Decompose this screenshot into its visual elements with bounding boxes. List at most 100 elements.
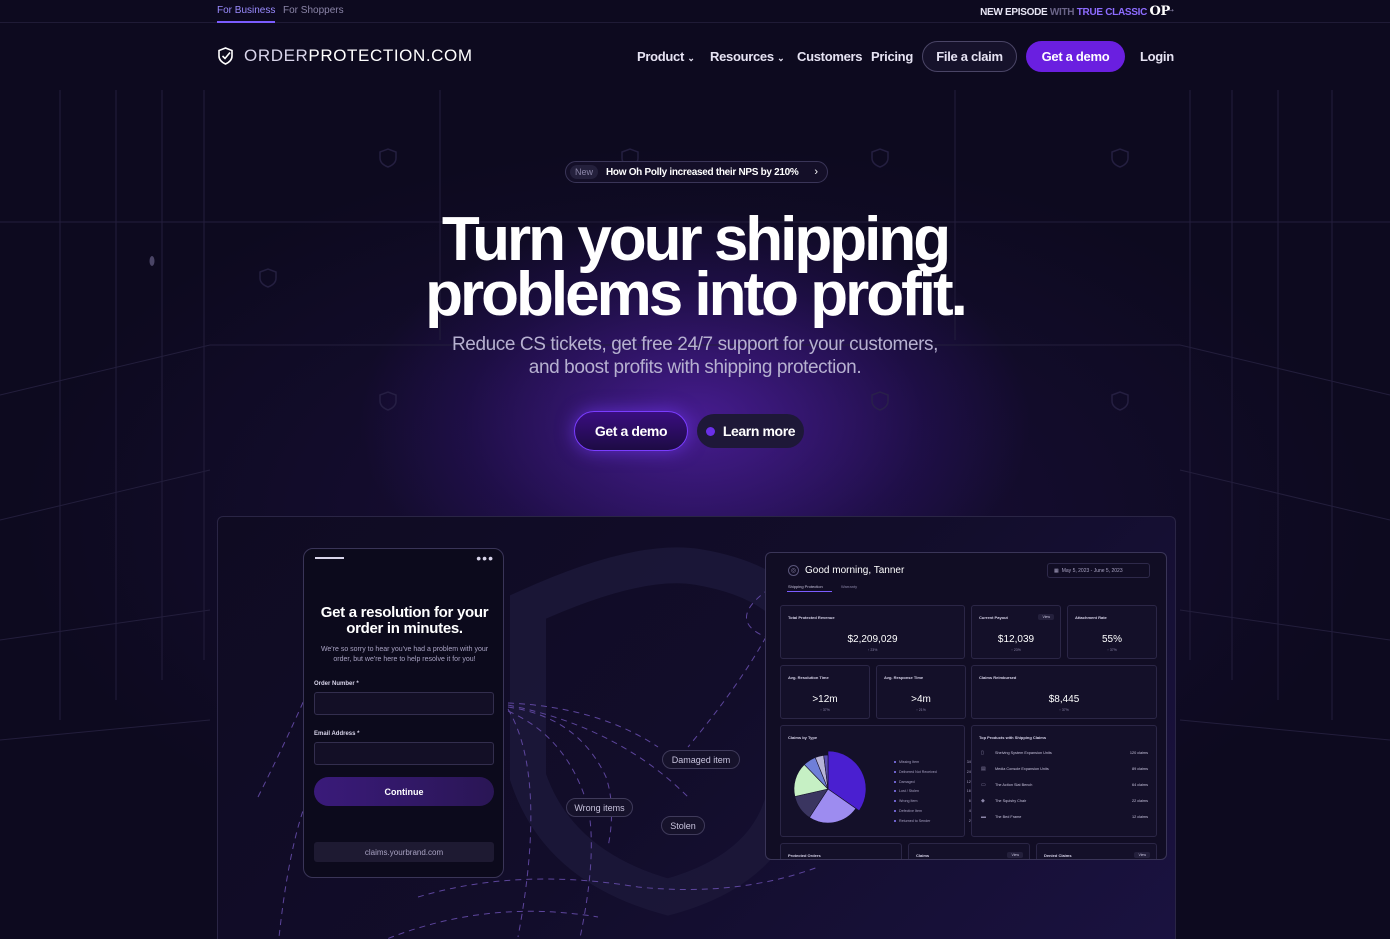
- brand-logo[interactable]: ORDERPROTECTION.COM: [217, 46, 473, 66]
- shield-check-icon: [218, 47, 233, 65]
- chip-damaged-item: Damaged item: [662, 750, 740, 769]
- nav-pricing[interactable]: Pricing: [871, 49, 913, 64]
- chevron-down-icon: ⌄: [687, 53, 695, 63]
- claims-pie-chart: [793, 750, 867, 824]
- legend-item: Delivered Not Received24%: [894, 770, 974, 774]
- product-row: ▯ Shelving System Expansion Units 120 clai…: [981, 750, 1148, 756]
- chevron-right-icon: ›: [814, 166, 818, 178]
- product-row: ▬ The Bed Frame 12 claims: [981, 814, 1148, 820]
- metric-value: $2,209,029: [847, 634, 898, 645]
- metric-card-claims-reimbursed: Claims Reimbursed $8,445 ↑ 37%: [971, 665, 1157, 719]
- product-thumbnail-icon: ▬: [981, 814, 986, 820]
- file-claim-button[interactable]: File a claim: [922, 41, 1017, 72]
- metric-label: Current Payout: [979, 615, 1008, 620]
- legend-dot-icon: [894, 780, 896, 783]
- metric-card-attachment-rate: Attachment Rate 55% ↑ 37%: [1067, 605, 1157, 659]
- metric-value: >12m: [812, 694, 838, 705]
- legend-dot-icon: [894, 810, 896, 812]
- continue-button[interactable]: Continue: [314, 777, 494, 806]
- nav-product[interactable]: Product ⌄: [637, 49, 695, 64]
- top-products-card: Top Products with Shipping Claims ▯ Shelv…: [971, 725, 1157, 837]
- card-label: Protected Orders: [788, 853, 821, 858]
- metric-change: ↑ 23%: [867, 648, 878, 652]
- claims-url: claims.yourbrand.com: [314, 842, 494, 862]
- metric-card-protected-revenue: Total Protected Revenue $2,209,029 ↑ 23%: [780, 605, 965, 659]
- get-demo-nav-button[interactable]: Get a demo: [1026, 41, 1125, 72]
- denied-claims-card: Denied Claims View: [1036, 843, 1157, 859]
- learn-more-button[interactable]: Learn more: [697, 414, 804, 448]
- claim-form-mockup: ••• Get a resolution for your order in m…: [303, 548, 504, 878]
- metric-value: >4m: [911, 694, 931, 705]
- dot-icon: [705, 426, 715, 436]
- order-number-label: Order Number *: [314, 681, 359, 687]
- legend-dot-icon: [894, 800, 896, 803]
- login-link[interactable]: Login: [1140, 49, 1174, 64]
- metric-label: Attachment Rate: [1075, 615, 1107, 620]
- chip-stolen: Stolen: [661, 816, 705, 835]
- calendar-icon: ▦: [1054, 567, 1059, 574]
- legend-item: Wrong Item6%: [894, 799, 974, 803]
- episode-with: WITH: [1049, 7, 1075, 18]
- dashboard-greeting: Good morning, Tanner: [805, 565, 905, 576]
- product-thumbnail-icon: ▭: [981, 782, 986, 788]
- view-button[interactable]: View: [1038, 614, 1054, 620]
- tab-shipping-protection[interactable]: Shipping Protection: [788, 584, 823, 589]
- product-row: ▤ Media Console Expansion Units 89 claims: [981, 766, 1148, 772]
- dashboard-mockup: ◎ Good morning, Tanner ▦ May 5, 2023 - Ju…: [765, 552, 1167, 860]
- card-label: Claims: [916, 853, 930, 858]
- metric-card-current-payout: Current Payout View $12,039 ↑ 23%: [971, 605, 1061, 659]
- get-demo-hero-button[interactable]: Get a demo: [574, 411, 688, 451]
- card-label: Denied Claims: [1044, 853, 1072, 858]
- metric-label: Total Protected Revenue: [788, 615, 835, 620]
- episode-label: NEW EPISODE: [980, 7, 1048, 18]
- brand-name: ORDERPROTECTION.COM: [244, 46, 473, 65]
- for-business-link[interactable]: For Business: [217, 5, 275, 16]
- legend-dot-icon: [894, 819, 896, 822]
- for-shoppers-link[interactable]: For Shoppers: [283, 5, 344, 16]
- metric-value: $8,445: [1048, 694, 1080, 705]
- metric-change: ↑ 37%: [1107, 648, 1117, 652]
- legend-item: Missing Item34%: [894, 760, 974, 764]
- nav-customers[interactable]: Customers: [797, 49, 863, 64]
- episode-guest: TRUE CLASSIC: [1076, 7, 1148, 18]
- order-number-input[interactable]: [314, 692, 494, 715]
- claim-form-title: Get a resolution for your order in minut…: [320, 604, 489, 637]
- claim-form-description: We're so sorry to hear you've had a prob…: [320, 646, 489, 663]
- audience-bar: For Business For Shoppers NEW EPISODE WI…: [0, 0, 1390, 23]
- legend-dot-icon: [894, 761, 896, 763]
- episode-banner[interactable]: NEW EPISODE WITH TRUE CLASSIC OP: [980, 4, 1170, 19]
- product-thumbnail-icon: ◆: [981, 798, 985, 804]
- metric-card-response-time: Avg. Response Time >4m ↑ 21%: [876, 665, 966, 719]
- chevron-down-icon: ⌄: [777, 53, 785, 63]
- hero-headline: Turn your shipping problems into profit.: [425, 205, 968, 329]
- metric-change: ↑ 37%: [1059, 708, 1069, 712]
- claims-card: Claims View: [908, 843, 1030, 859]
- active-audience-indicator: [217, 21, 275, 23]
- announcement-tag: New: [570, 165, 599, 179]
- product-row: ◆ The Squishy Chair 22 claims: [981, 798, 1148, 804]
- announcement-pill[interactable]: New How Oh Polly increased their NPS by …: [565, 161, 828, 183]
- metric-value: $12,039: [997, 634, 1035, 645]
- email-address-input[interactable]: [314, 742, 494, 765]
- legend-item: Lost / Stolen16%: [894, 789, 974, 793]
- product-thumbnail-icon: ▤: [981, 766, 986, 772]
- view-button[interactable]: View: [1134, 852, 1150, 858]
- view-button[interactable]: View: [1007, 852, 1023, 858]
- product-thumbnail-icon: ▯: [981, 750, 984, 756]
- legend-item: Returned to Sender2%: [894, 819, 974, 823]
- metric-label: Avg. Response Time: [884, 675, 924, 680]
- product-row: ▭ The Action Slat Bench 64 claims: [981, 782, 1148, 788]
- legend-item: Defective Item4%: [894, 809, 974, 813]
- phone-status-bar: [315, 557, 344, 559]
- announcement-text: How Oh Polly increased their NPS by 210%: [606, 166, 799, 178]
- more-dots-icon: •••: [476, 550, 494, 566]
- date-range-picker[interactable]: ▦ May 5, 2023 - June 5, 2023: [1047, 563, 1150, 578]
- tab-warranty[interactable]: Warranty: [841, 584, 857, 589]
- arrow-right-icon[interactable]: →: [1165, 3, 1176, 15]
- nav-resources[interactable]: Resources ⌄: [710, 49, 785, 64]
- hero-subtitle: Reduce CS tickets, get free 24/7 support…: [451, 334, 939, 378]
- top-products-title: Top Products with Shipping Claims: [979, 735, 1047, 740]
- legend-item: Damaged12%: [894, 780, 974, 784]
- chip-wrong-items: Wrong items: [566, 798, 633, 817]
- legend-dot-icon: [894, 770, 896, 773]
